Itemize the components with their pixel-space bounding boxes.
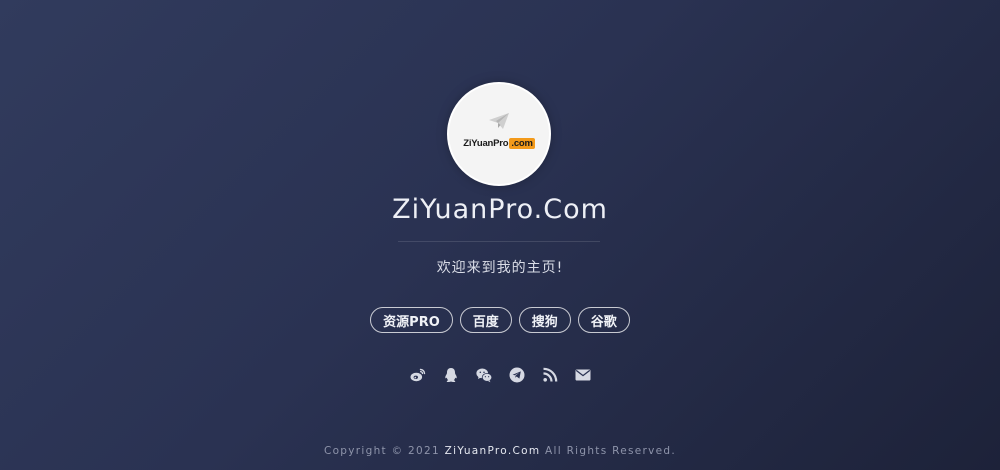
telegram-icon[interactable]	[509, 367, 525, 383]
link-google-button[interactable]: 谷歌	[577, 307, 630, 333]
footer-suffix: All Rights Reserved.	[545, 445, 677, 457]
wechat-icon[interactable]	[475, 367, 492, 383]
link-ziyuanpro-button[interactable]: 资源PRO	[370, 307, 453, 333]
site-title: ZiYuanPro.Com	[392, 194, 608, 225]
footer-prefix: Copyright © 2021	[323, 445, 440, 457]
footer-copyright: Copyright © 2021 ZiYuanPro.Com All Right…	[0, 445, 1000, 457]
logo-text: ZiYuanPro .com	[463, 137, 535, 149]
welcome-subtitle: 欢迎来到我的主页!	[436, 260, 564, 276]
link-buttons: 资源PRO 百度 搜狗 谷歌	[0, 307, 1000, 333]
weibo-icon[interactable]	[410, 367, 426, 383]
avatar-logo: ZiYuanPro .com	[449, 84, 549, 184]
paper-plane-icon	[489, 112, 509, 129]
link-baidu-button[interactable]: 百度	[459, 307, 512, 333]
rss-icon[interactable]	[542, 367, 558, 383]
qq-icon[interactable]	[443, 367, 459, 383]
logo-main: ZiYuanPro	[463, 137, 509, 149]
email-icon[interactable]	[575, 367, 591, 383]
footer-brand-link[interactable]: ZiYuanPro.Com	[445, 445, 541, 457]
logo-suffix: .com	[509, 137, 535, 149]
title-divider	[398, 241, 600, 242]
link-sogou-button[interactable]: 搜狗	[518, 307, 571, 333]
social-links	[0, 367, 1000, 383]
